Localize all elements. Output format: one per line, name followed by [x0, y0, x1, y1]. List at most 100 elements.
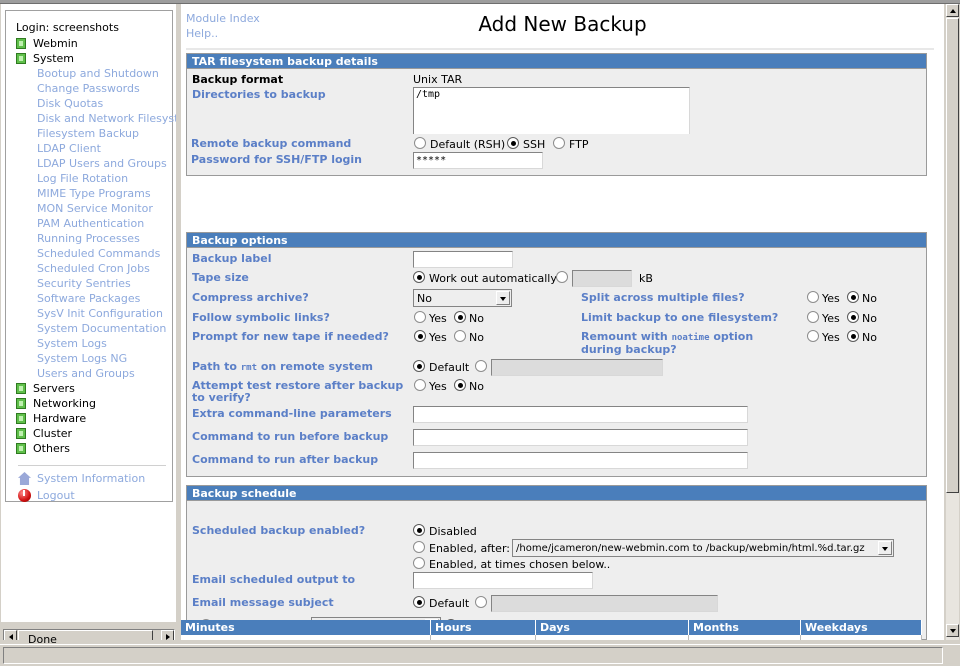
sidebar-item-running-processes[interactable]: Running Processes — [16, 231, 176, 246]
chevron-down-icon[interactable] — [878, 541, 892, 555]
prompt-new-tape-no-radio[interactable] — [454, 330, 466, 342]
sidebar-category-label: Others — [33, 442, 70, 455]
scroll-down-button[interactable] — [946, 624, 959, 637]
remount-label-pre: Remount with — [581, 330, 672, 343]
one-filesystem-no-label: No — [862, 312, 877, 325]
follow-symlinks-no-radio[interactable] — [454, 311, 466, 323]
sidebar-item-pam-authentication[interactable]: PAM Authentication — [16, 216, 176, 231]
column-header-minutes[interactable]: Minutes — [181, 620, 431, 635]
sidebar-item-bootup-and-shutdown[interactable]: Bootup and Shutdown — [16, 66, 176, 81]
sidebar-category-cluster[interactable]: Cluster — [16, 426, 176, 441]
split-yes-label: Yes — [822, 292, 840, 305]
column-header-hours[interactable]: Hours — [431, 620, 536, 635]
test-restore-no-radio[interactable] — [454, 379, 466, 391]
remote-cmd-ftp-radio[interactable] — [553, 137, 565, 149]
panel-title-backup-options: Backup options — [187, 233, 926, 248]
login-line: Login: screenshots — [16, 21, 119, 34]
chevron-right-icon — [165, 633, 170, 640]
email-subject-custom-radio[interactable] — [475, 596, 487, 608]
schedule-enabled-times-radio[interactable] — [413, 557, 425, 569]
sidebar-item-disk-quotas[interactable]: Disk Quotas — [16, 96, 176, 111]
one-filesystem-yes-radio[interactable] — [807, 311, 819, 323]
rmt-path-label-code: rmt — [240, 363, 258, 373]
sidebar-item-security-sentries[interactable]: Security Sentries — [16, 276, 176, 291]
cmd-after-input[interactable] — [413, 452, 748, 469]
sidebar-item-system-logs-ng[interactable]: System Logs NG — [16, 351, 176, 366]
tape-size-input[interactable] — [572, 270, 632, 287]
sidebar-item-system-logs[interactable]: System Logs — [16, 336, 176, 351]
email-output-input[interactable] — [413, 572, 593, 589]
sidebar-panel: Login: screenshots Webmin System Bootup … — [5, 10, 176, 504]
remote-cmd-ssh-radio[interactable] — [507, 137, 519, 149]
column-header-months[interactable]: Months — [689, 620, 801, 635]
sidebar-item-ldap-client[interactable]: LDAP Client — [16, 141, 176, 156]
sidebar-item-users-and-groups[interactable]: Users and Groups — [16, 366, 176, 381]
scroll-up-button[interactable] — [946, 4, 959, 17]
content-vertical-scrollbar[interactable] — [946, 4, 959, 640]
column-header-days[interactable]: Days — [536, 620, 689, 635]
sidebar-item-logout[interactable]: Logout — [16, 487, 176, 504]
scroll-thumb[interactable] — [946, 18, 959, 493]
sidebar-item-software-packages[interactable]: Software Packages — [16, 291, 176, 306]
sidebar-category-label: System — [33, 52, 75, 65]
chevron-down-icon[interactable] — [496, 291, 510, 305]
sidebar-item-log-file-rotation[interactable]: Log File Rotation — [16, 171, 176, 186]
one-filesystem-no-radio[interactable] — [847, 311, 859, 323]
rmt-path-label: Path to rmt on remote system — [192, 361, 407, 374]
directories-to-backup-textarea[interactable] — [413, 87, 690, 137]
backup-label-input[interactable] — [413, 251, 513, 268]
sidebar-category-label: Hardware — [33, 412, 87, 425]
email-subject-input[interactable] — [491, 595, 718, 612]
cmd-before-input[interactable] — [413, 429, 748, 446]
rmt-path-input[interactable] — [491, 359, 663, 376]
tape-size-label: Tape size — [192, 271, 249, 284]
remount-no-radio[interactable] — [847, 330, 859, 342]
sidebar-frame: Login: screenshots Webmin System Bootup … — [1, 4, 176, 644]
extra-params-input[interactable] — [413, 406, 748, 423]
sidebar-item-system-documentation[interactable]: System Documentation — [16, 321, 176, 336]
sidebar-category-webmin[interactable]: Webmin — [16, 36, 176, 51]
backup-schedule-panel: Backup schedule Scheduled backup enabled… — [186, 485, 927, 640]
sidebar-item-ldap-users-and-groups[interactable]: LDAP Users and Groups — [16, 156, 176, 171]
test-restore-yes-radio[interactable] — [414, 379, 426, 391]
follow-symlinks-yes-radio[interactable] — [414, 311, 426, 323]
sidebar-item-disk-and-network-filesystems[interactable]: Disk and Network Filesystems — [16, 111, 176, 126]
house-icon — [18, 472, 31, 485]
password-input[interactable] — [413, 152, 543, 169]
sidebar-item-scheduled-cron-jobs[interactable]: Scheduled Cron Jobs — [16, 261, 176, 276]
sidebar-item-system-information[interactable]: System Information — [16, 470, 176, 487]
server-icon — [16, 383, 26, 394]
tape-size-custom-radio[interactable] — [556, 271, 568, 283]
rmt-path-default-radio[interactable] — [413, 360, 425, 372]
prompt-new-tape-no-label: No — [469, 331, 484, 344]
sidebar-category-servers[interactable]: Servers — [16, 381, 176, 396]
schedule-disabled-radio[interactable] — [413, 524, 425, 536]
status-bar — [0, 644, 960, 666]
sidebar-category-others[interactable]: Others — [16, 441, 176, 456]
email-subject-default-label: Default — [429, 597, 470, 610]
sidebar-item-change-passwords[interactable]: Change Passwords — [16, 81, 176, 96]
sidebar-item-filesystem-backup[interactable]: Filesystem Backup — [16, 126, 176, 141]
sidebar-item-sysv-init-configuration[interactable]: SysV Init Configuration — [16, 306, 176, 321]
email-subject-default-radio[interactable] — [413, 596, 425, 608]
sidebar-category-system[interactable]: System — [16, 51, 176, 66]
tape-size-auto-radio[interactable] — [413, 271, 425, 283]
sidebar-item-scheduled-commands[interactable]: Scheduled Commands — [16, 246, 176, 261]
rmt-path-custom-radio[interactable] — [475, 360, 487, 372]
split-no-radio[interactable] — [847, 291, 859, 303]
compress-archive-select[interactable]: No — [413, 289, 512, 307]
sidebar-category-networking[interactable]: Networking — [16, 396, 176, 411]
split-yes-radio[interactable] — [807, 291, 819, 303]
remote-cmd-default-radio[interactable] — [414, 137, 426, 149]
prompt-new-tape-label: Prompt for new tape if needed? — [192, 330, 389, 343]
schedule-after-select[interactable]: /home/jcameron/new-webmin.com to /backup… — [512, 539, 894, 557]
sidebar-item-mon-service-monitor[interactable]: MON Service Monitor — [16, 201, 176, 216]
prompt-new-tape-yes-radio[interactable] — [414, 330, 426, 342]
schedule-enabled-after-radio[interactable] — [413, 541, 425, 553]
column-header-weekdays[interactable]: Weekdays — [801, 620, 922, 635]
tar-details-extra-rows: Remote backup command Default (RSH) SSH … — [187, 134, 926, 175]
remount-yes-radio[interactable] — [807, 330, 819, 342]
sidebar-item-mime-type-programs[interactable]: MIME Type Programs — [16, 186, 176, 201]
sidebar-category-hardware[interactable]: Hardware — [16, 411, 176, 426]
split-no-label: No — [862, 292, 877, 305]
